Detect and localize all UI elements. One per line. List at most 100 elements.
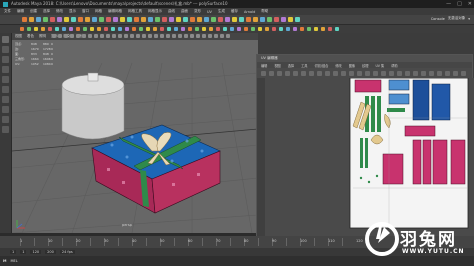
menu-item[interactable]: 选择 bbox=[43, 9, 50, 14]
status-line-tool-icon[interactable] bbox=[92, 17, 97, 22]
status-line-tool-icon[interactable] bbox=[106, 17, 111, 22]
viewport-menu-item[interactable]: 着色 bbox=[27, 34, 34, 39]
viewport-toggle-icon[interactable] bbox=[118, 34, 122, 38]
status-line-tool-icon[interactable] bbox=[239, 17, 244, 22]
menu-item[interactable]: 帮助 bbox=[261, 9, 268, 14]
shelf-tool-icon[interactable] bbox=[27, 27, 31, 31]
shelf-tool-icon[interactable] bbox=[118, 27, 122, 31]
viewport-toggle-icon[interactable] bbox=[142, 34, 146, 38]
status-line-tool-icon[interactable] bbox=[22, 17, 27, 22]
uv-tool-icon[interactable] bbox=[373, 70, 378, 76]
viewport-toggle-icon[interactable] bbox=[112, 34, 116, 38]
shelf-tool-icon[interactable] bbox=[237, 27, 241, 31]
viewport-toggle-icon[interactable] bbox=[178, 34, 182, 38]
uv-tool-icon[interactable] bbox=[421, 70, 426, 76]
viewport-menu-item[interactable]: 照明 bbox=[39, 34, 46, 39]
shelf-tool-icon[interactable] bbox=[244, 27, 248, 31]
shelf-tool-icon[interactable] bbox=[41, 27, 45, 31]
uv-tool-icon[interactable] bbox=[429, 70, 434, 76]
outliner-icon[interactable] bbox=[2, 126, 9, 133]
menu-item[interactable]: 网格显示 bbox=[148, 9, 162, 14]
viewport-toggle-icon[interactable] bbox=[94, 34, 98, 38]
status-line-tool-icon[interactable] bbox=[64, 17, 69, 22]
viewport-toggle-icon[interactable] bbox=[52, 34, 56, 38]
viewport-menu-item[interactable]: 视图 bbox=[15, 34, 22, 39]
viewport-toggle-icon[interactable] bbox=[226, 34, 230, 38]
shelf-tool-icon[interactable] bbox=[272, 27, 276, 31]
shelf-tool-icon[interactable] bbox=[146, 27, 150, 31]
shelf-tool-icon[interactable] bbox=[34, 27, 38, 31]
uv-menu-item[interactable]: 编辑 bbox=[261, 63, 267, 68]
shelf-tool-icon[interactable] bbox=[174, 27, 178, 31]
menu-item[interactable]: 显示 bbox=[69, 9, 76, 14]
shelf-tool-icon[interactable] bbox=[160, 27, 164, 31]
shelf-tool-icon[interactable] bbox=[300, 27, 304, 31]
shelf-tool-icon[interactable] bbox=[195, 27, 199, 31]
active-object-field[interactable]: 无激活对象 bbox=[448, 16, 466, 21]
viewport-toggle-icon[interactable] bbox=[196, 34, 200, 38]
uv-menu-item[interactable]: 帮助 bbox=[391, 63, 397, 68]
status-line-tool-icon[interactable] bbox=[295, 17, 300, 22]
status-line-tool-icon[interactable] bbox=[78, 17, 83, 22]
shelf-tool-icon[interactable] bbox=[181, 27, 185, 31]
shelf-tool-icon[interactable] bbox=[279, 27, 283, 31]
uv-tool-icon[interactable] bbox=[269, 70, 274, 76]
shelf-tool-icon[interactable] bbox=[104, 27, 108, 31]
range-end-field[interactable]: 200 bbox=[45, 250, 56, 254]
viewport-toggle-icon[interactable] bbox=[82, 34, 86, 38]
uv-tool-icon[interactable] bbox=[285, 70, 290, 76]
status-line-tool-icon[interactable] bbox=[71, 17, 76, 22]
uv-tool-icon[interactable] bbox=[357, 70, 362, 76]
menu-item[interactable]: 缓存 bbox=[231, 9, 238, 14]
uv-menu-item[interactable]: UV 集 bbox=[375, 63, 384, 68]
shelf-tool-icon[interactable] bbox=[293, 27, 297, 31]
menu-item[interactable]: 编辑 bbox=[17, 9, 24, 14]
shelf-tool-icon[interactable] bbox=[83, 27, 87, 31]
move-tool-icon[interactable] bbox=[2, 66, 9, 73]
menu-item[interactable]: 创建 bbox=[30, 9, 37, 14]
viewport-toggle-icon[interactable] bbox=[70, 34, 74, 38]
status-line-tool-icon[interactable] bbox=[99, 17, 104, 22]
status-line-tool-icon[interactable] bbox=[253, 17, 258, 22]
status-line-tool-icon[interactable] bbox=[211, 17, 216, 22]
viewport-toggle-icon[interactable] bbox=[160, 34, 164, 38]
shelf-tool-icon[interactable] bbox=[335, 27, 339, 31]
menu-item[interactable]: 窗口 bbox=[82, 9, 89, 14]
status-line-tool-icon[interactable] bbox=[225, 17, 230, 22]
status-line-tool-icon[interactable] bbox=[197, 17, 202, 22]
shelf-tool-icon[interactable] bbox=[230, 27, 234, 31]
shelf-tool-icon[interactable] bbox=[328, 27, 332, 31]
scale-tool-icon[interactable] bbox=[2, 86, 9, 93]
menu-item[interactable]: Arnold bbox=[244, 10, 255, 14]
status-line-tool-icon[interactable] bbox=[274, 17, 279, 22]
menu-item[interactable]: 文件 bbox=[4, 9, 11, 14]
lasso-tool-icon[interactable] bbox=[2, 46, 9, 53]
menu-item[interactable]: UV bbox=[207, 10, 212, 14]
close-button[interactable]: ✕ bbox=[468, 1, 472, 7]
playback-end-field[interactable]: 120 bbox=[30, 250, 42, 254]
layout-four-icon[interactable] bbox=[2, 106, 9, 113]
viewport-toggle-icon[interactable] bbox=[76, 34, 80, 38]
uv-tool-icon[interactable] bbox=[325, 70, 330, 76]
status-line-tool-icon[interactable] bbox=[113, 17, 118, 22]
viewport-toggle-icon[interactable] bbox=[88, 34, 92, 38]
viewport-toggle-icon[interactable] bbox=[220, 34, 224, 38]
shelf-tool-icon[interactable] bbox=[167, 27, 171, 31]
layout-side-icon[interactable] bbox=[2, 116, 9, 123]
menu-item[interactable]: 曲面 bbox=[181, 9, 188, 14]
uv-tool-icon[interactable] bbox=[333, 70, 338, 76]
rotate-tool-icon[interactable] bbox=[2, 76, 9, 83]
uv-menu-item[interactable]: 图像 bbox=[349, 63, 355, 68]
shelf-tool-icon[interactable] bbox=[76, 27, 80, 31]
status-line-tool-icon[interactable] bbox=[190, 17, 195, 22]
mel-label[interactable]: MEL bbox=[10, 259, 17, 263]
status-line-tool-icon[interactable] bbox=[120, 17, 125, 22]
viewport-toggle-icon[interactable] bbox=[214, 34, 218, 38]
status-line-tool-icon[interactable] bbox=[246, 17, 251, 22]
uv-tool-icon[interactable] bbox=[301, 70, 306, 76]
uv-tool-icon[interactable] bbox=[277, 70, 282, 76]
viewport-toggle-icon[interactable] bbox=[154, 34, 158, 38]
status-line-tool-icon[interactable] bbox=[260, 17, 265, 22]
minimize-button[interactable]: — bbox=[446, 1, 451, 7]
menu-item[interactable]: 编辑网格 bbox=[108, 9, 122, 14]
